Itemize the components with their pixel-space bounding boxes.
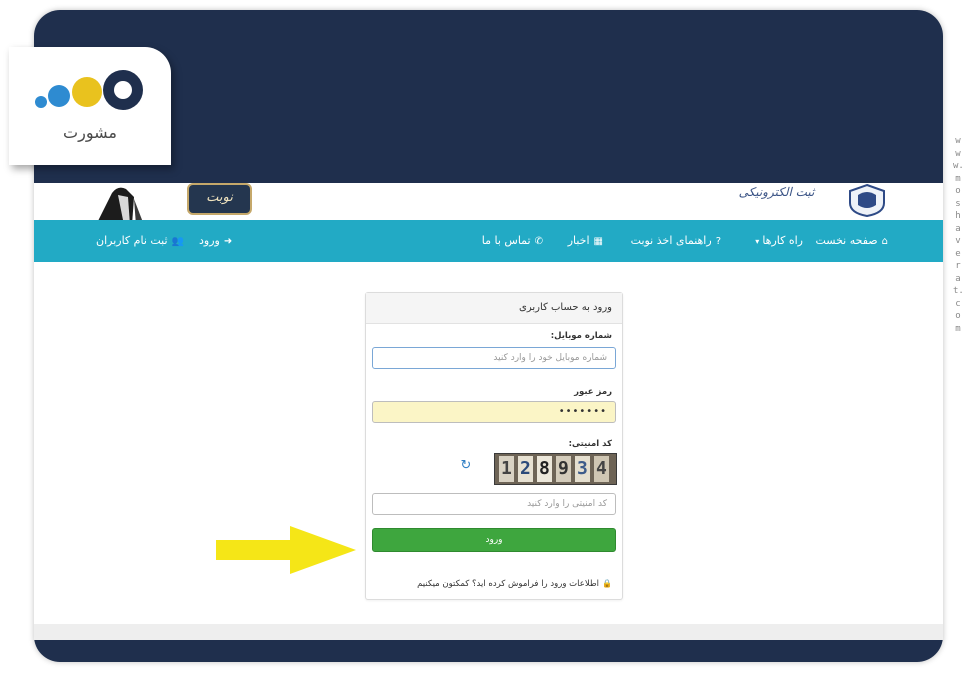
nav-appointment-help-label: راهنمای اخذ نوبت [630, 234, 712, 247]
captcha-digit: 2 [518, 456, 533, 482]
login-panel-header: ورود به حساب کاربری [366, 293, 622, 324]
captcha-digit: 8 [537, 456, 552, 482]
password-input[interactable]: ••••••• [372, 401, 616, 423]
captcha-digit: 9 [556, 456, 571, 482]
password-label: رمز عبور [574, 387, 612, 397]
forgot-password-link[interactable]: 🔒اطلاعات ورود را فراموش کرده اید؟ کمکتون… [417, 579, 612, 589]
header-left-logo: نوبت [187, 183, 252, 215]
refresh-captcha-icon[interactable]: ↻ [459, 459, 473, 473]
lock-icon: 🔒 [602, 579, 612, 588]
brand-logo-text: مشورت [63, 123, 117, 142]
footer-light-band [34, 624, 943, 640]
captcha-digit: 4 [594, 456, 609, 482]
yellow-arrow-icon [216, 526, 356, 574]
login-button[interactable]: ورود [372, 528, 616, 552]
question-icon: ? [715, 236, 721, 247]
watermark-url: www.moshaverat.com [953, 136, 964, 334]
emblem-icon [849, 183, 885, 217]
nav-guides[interactable]: راه کارها▾ [755, 220, 803, 262]
nav-contact[interactable]: ✆تماس با ما [482, 220, 543, 262]
brand-logo-card: مشورت [9, 47, 171, 165]
captcha-image: 1 2 8 9 3 4 [494, 453, 617, 485]
nav-home-label: صفحه نخست [815, 234, 878, 247]
nav-contact-label: تماس با ما [481, 234, 531, 247]
site-title: ثبت الکترونیکی [738, 185, 815, 199]
login-panel: ورود به حساب کاربری شماره موبایل: شماره … [365, 292, 623, 600]
page-content: ورود به حساب کاربری شماره موبایل: شماره … [34, 262, 943, 624]
captcha-input[interactable]: کد امنیتی را وارد کنید [372, 493, 616, 515]
forgot-password-text: اطلاعات ورود را فراموش کرده اید؟ کمکتون … [417, 579, 600, 589]
captcha-label: کد امنیتی: [568, 439, 612, 449]
nav-register[interactable]: 👥ثبت نام کاربران [96, 220, 184, 262]
nav-home[interactable]: ⌂صفحه نخست [815, 220, 888, 262]
brand-logo-icon [35, 70, 143, 110]
sign-in-icon: ➜ [223, 236, 233, 247]
site-header: نوبت ثبت الکترونیکی [34, 183, 943, 220]
main-navbar: ⌂صفحه نخست راه کارها▾ ?راهنمای اخذ نوبت … [34, 220, 943, 262]
mobile-input[interactable]: شماره موبایل خود را وارد کنید [372, 347, 616, 369]
home-icon: ⌂ [881, 236, 888, 247]
nav-login-label: ورود [199, 234, 220, 247]
captcha-digit: 1 [499, 456, 514, 482]
nav-appointment-help[interactable]: ?راهنمای اخذ نوبت [631, 220, 721, 262]
users-icon: 👥 [171, 236, 185, 247]
login-title: ورود به حساب کاربری [519, 302, 612, 313]
nav-register-label: ثبت نام کاربران [96, 234, 168, 247]
news-icon: ▦ [593, 236, 603, 247]
nav-news-label: اخبار [567, 234, 590, 247]
phone-icon: ✆ [534, 236, 543, 247]
captcha-digit: 3 [575, 456, 590, 482]
mobile-label: شماره موبایل: [550, 331, 612, 341]
footer-dark-band [34, 640, 943, 662]
caret-down-icon: ▾ [755, 237, 760, 246]
nav-news[interactable]: ▦اخبار [568, 220, 603, 262]
nav-login[interactable]: ➜ورود [199, 220, 232, 262]
nav-guides-label: راه کارها [762, 234, 803, 247]
header-figure-image [98, 187, 143, 220]
